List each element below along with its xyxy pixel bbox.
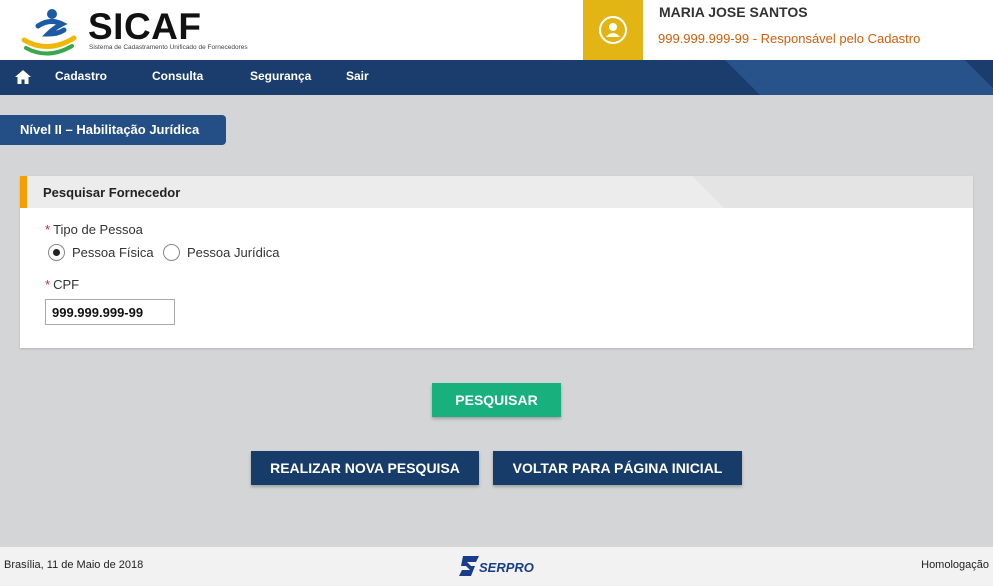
main-navbar: Cadastro Consulta Segurança Sair bbox=[0, 60, 993, 95]
header: SICAF Sistema de Cadastramento Unificado… bbox=[0, 0, 993, 60]
level-tab: Nível II – Habilitação Jurídica bbox=[0, 115, 226, 145]
tipo-pessoa-label: * Tipo de Pessoa bbox=[45, 222, 143, 237]
new-search-button[interactable]: REALIZAR NOVA PESQUISA bbox=[251, 451, 479, 485]
logo-title: SICAF bbox=[88, 6, 202, 47]
footer-date: Brasília, 11 de Maio de 2018 bbox=[4, 559, 144, 571]
radio-pessoa-juridica-label[interactable]: Pessoa Jurídica bbox=[187, 245, 280, 260]
nav-item-seguranca[interactable]: Segurança bbox=[250, 69, 311, 83]
required-mark: * bbox=[45, 222, 51, 237]
panel-title: Pesquisar Fornecedor bbox=[43, 185, 181, 200]
radio-pessoa-juridica[interactable] bbox=[163, 244, 180, 261]
footer: Brasília, 11 de Maio de 2018 SERPRO Homo… bbox=[0, 547, 993, 586]
sicaf-logo[interactable]: SICAF Sistema de Cadastramento Unificado… bbox=[18, 4, 278, 58]
home-icon[interactable] bbox=[14, 69, 32, 85]
search-button[interactable]: PESQUISAR bbox=[432, 383, 561, 417]
search-panel: Pesquisar Fornecedor * Tipo de Pessoa Pes… bbox=[20, 176, 973, 348]
logo-subtitle: Sistema de Cadastramento Unificado de Fo… bbox=[89, 44, 248, 51]
user-role: 999.999.999-99 - Responsável pelo Cadast… bbox=[658, 31, 920, 46]
user-name: MARIA JOSE SANTOS bbox=[659, 4, 808, 20]
cpf-label-text: CPF bbox=[53, 277, 80, 292]
user-role-text: - Responsável pelo Cadastro bbox=[749, 31, 921, 46]
footer-environment: Homologação bbox=[921, 559, 989, 571]
panel-header: Pesquisar Fornecedor bbox=[20, 176, 973, 208]
serpro-brand: SERPRO bbox=[479, 560, 534, 575]
radio-pessoa-fisica-label[interactable]: Pessoa Física bbox=[72, 245, 154, 260]
panel-header-accent bbox=[20, 176, 27, 208]
user-id: 999.999.999-99 bbox=[658, 31, 750, 46]
required-mark: * bbox=[45, 277, 51, 292]
cpf-label: * CPF bbox=[45, 277, 79, 292]
nav-item-consulta[interactable]: Consulta bbox=[152, 69, 203, 83]
user-avatar[interactable] bbox=[583, 0, 643, 60]
serpro-logo: SERPRO bbox=[457, 554, 539, 578]
back-home-button[interactable]: VOLTAR PARA PÁGINA INICIAL bbox=[493, 451, 742, 485]
nav-item-sair[interactable]: Sair bbox=[346, 69, 369, 83]
panel-header-decoration bbox=[692, 176, 973, 208]
radio-pessoa-fisica[interactable] bbox=[48, 244, 65, 261]
user-icon bbox=[599, 16, 627, 44]
nav-item-cadastro[interactable]: Cadastro bbox=[55, 69, 107, 83]
serpro-emblem-icon bbox=[459, 556, 479, 576]
cpf-input[interactable] bbox=[45, 299, 175, 325]
sicaf-emblem-icon bbox=[21, 9, 77, 56]
navbar-decoration bbox=[725, 60, 993, 95]
tipo-pessoa-text: Tipo de Pessoa bbox=[53, 222, 143, 237]
